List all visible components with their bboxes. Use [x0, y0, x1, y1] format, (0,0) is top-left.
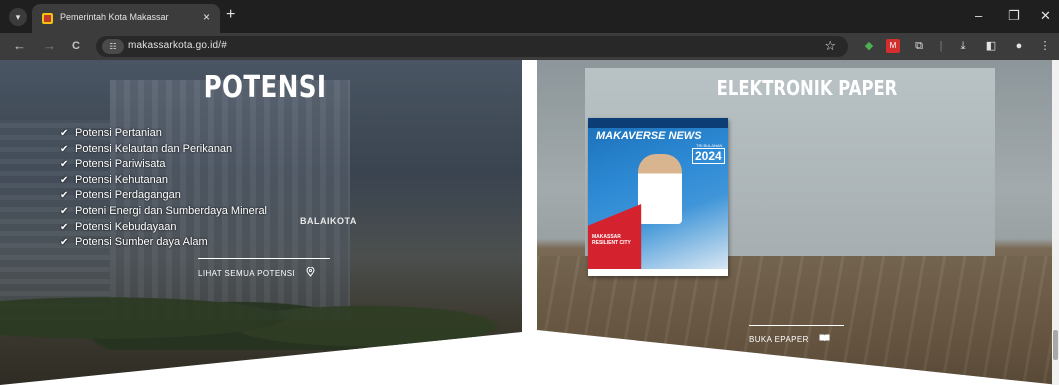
download-icon[interactable]: ⤓ [956, 39, 970, 53]
site-info-icon[interactable]: ☷ [102, 39, 124, 54]
open-epaper-label: BUKA EPAPER [749, 335, 809, 344]
background-trees [0, 270, 522, 350]
back-button[interactable]: ← [13, 38, 26, 54]
potensi-item-label: Potensi Pertanian [75, 127, 162, 139]
extension-green-icon[interactable]: ◆ [862, 39, 876, 53]
magazine-subtitle: MAKASSAR RESILIENT CITY [592, 234, 631, 246]
epaper-divider [749, 325, 844, 326]
forward-button[interactable]: → [43, 38, 56, 54]
tab-title: Pemerintah Kota Makassar [60, 12, 169, 22]
potensi-item[interactable]: ✔ Potensi Sumber daya Alam [60, 235, 267, 251]
chevron-down-icon[interactable]: ▾ [9, 8, 27, 26]
potensi-item-label: Potensi Perdagangan [75, 189, 181, 202]
profile-icon[interactable]: ● [1012, 39, 1026, 53]
extensions-puzzle-icon[interactable]: ⧉ [912, 39, 926, 53]
potensi-item-label: Potensi Kehutanan [75, 173, 168, 186]
new-tab-button[interactable]: + [226, 7, 235, 23]
potensi-item[interactable]: ✔ Potensi Kebudayaan [60, 220, 267, 236]
potensi-item[interactable]: ✔ Potensi Kelautan dan Perikanan [60, 142, 267, 158]
potensi-item[interactable]: ✔ Potensi Pariwisata [60, 157, 267, 173]
check-icon: ✔ [60, 205, 69, 217]
potensi-item-label: Potensi Kelautan dan Perikanan [75, 142, 233, 155]
potensi-item-label: Poteni Energi dan Sumberdaya Mineral [75, 204, 268, 217]
magazine-year: 2024 [692, 148, 725, 164]
potensi-item[interactable]: ✔ Poteni Energi dan Sumberdaya Mineral [60, 204, 267, 220]
check-icon: ✔ [60, 159, 69, 171]
check-icon: ✔ [60, 174, 69, 186]
magazine-footer [588, 269, 728, 276]
see-all-divider [198, 258, 330, 259]
toolbar-divider: | [939, 40, 943, 52]
address-bar[interactable]: ☷ makassarkota.go.id/# ☆ [96, 36, 848, 57]
magazine-cover-photo [638, 154, 682, 224]
page-scrollbar-thumb[interactable] [1053, 330, 1058, 360]
potensi-item[interactable]: ✔ Potensi Perdagangan [60, 188, 267, 204]
potensi-item[interactable]: ✔ Potensi Pertanian [60, 126, 267, 142]
potensi-list: ✔ Potensi Pertanian ✔ Potensi Kelautan dan… [60, 126, 267, 251]
potensi-item[interactable]: ✔ Potensi Kehutanan [60, 173, 267, 189]
check-icon: ✔ [60, 190, 69, 202]
potensi-title: POTENSI [203, 70, 327, 105]
url-text[interactable]: makassarkota.go.id/# [128, 40, 227, 51]
potensi-panel: BALAIKOTA POTENSI ✔ Potensi Pertanian ✔ Po… [0, 60, 522, 385]
magazine-title: MAKAVERSE NEWS [596, 130, 702, 142]
check-icon: ✔ [60, 237, 69, 249]
see-all-potensi-link[interactable]: LIHAT SEMUA POTENSI [198, 266, 315, 278]
check-icon: ✔ [60, 143, 69, 155]
restore-button[interactable]: ❐ [1008, 9, 1020, 22]
open-epaper-link[interactable]: BUKA EPAPER [749, 334, 830, 344]
side-panel-icon[interactable]: ◧ [984, 39, 998, 53]
page-content: BALAIKOTA POTENSI ✔ Potensi Pertanian ✔ Po… [0, 60, 1059, 385]
bookmark-star-icon[interactable]: ☆ [824, 38, 836, 54]
menu-icon[interactable]: ⋮ [1038, 39, 1052, 53]
potensi-item-label: Potensi Sumber daya Alam [75, 236, 208, 249]
book-icon [819, 334, 830, 342]
potensi-item-label: Potensi Pariwisata [75, 158, 166, 171]
check-icon: ✔ [60, 128, 69, 139]
epaper-title: ELEKTRONIK PAPER [716, 76, 898, 100]
tab-pemerintah-kota-makassar[interactable]: Pemerintah Kota Makassar × [32, 4, 220, 33]
reload-button[interactable]: C [72, 38, 80, 54]
site-favicon-icon [42, 13, 53, 24]
see-all-label: LIHAT SEMUA POTENSI [198, 269, 296, 278]
potensi-item-label: Potensi Kebudayaan [75, 220, 177, 233]
magazine-header-bar [588, 118, 728, 128]
tab-bar: ▾ Pemerintah Kota Makassar × + – ❐ ✕ [0, 0, 1059, 33]
extension-red-icon[interactable]: M [886, 39, 900, 53]
map-pin-icon [306, 266, 315, 277]
check-icon: ✔ [60, 221, 69, 233]
epaper-panel: ELEKTRONIK PAPER MAKAVERSE NEWS TRI BULA… [537, 60, 1059, 385]
minimize-button[interactable]: – [975, 9, 982, 22]
tab-close-icon[interactable]: × [203, 10, 210, 24]
building-sign: BALAIKOTA [300, 216, 357, 226]
magazine-cover[interactable]: MAKAVERSE NEWS TRI BULANAN 2024 MAKASSAR… [588, 118, 728, 276]
close-window-button[interactable]: ✕ [1040, 9, 1051, 22]
browser-toolbar: ← → C ☷ makassarkota.go.id/# ☆ ◆ M ⧉ | ⤓… [0, 33, 1059, 60]
